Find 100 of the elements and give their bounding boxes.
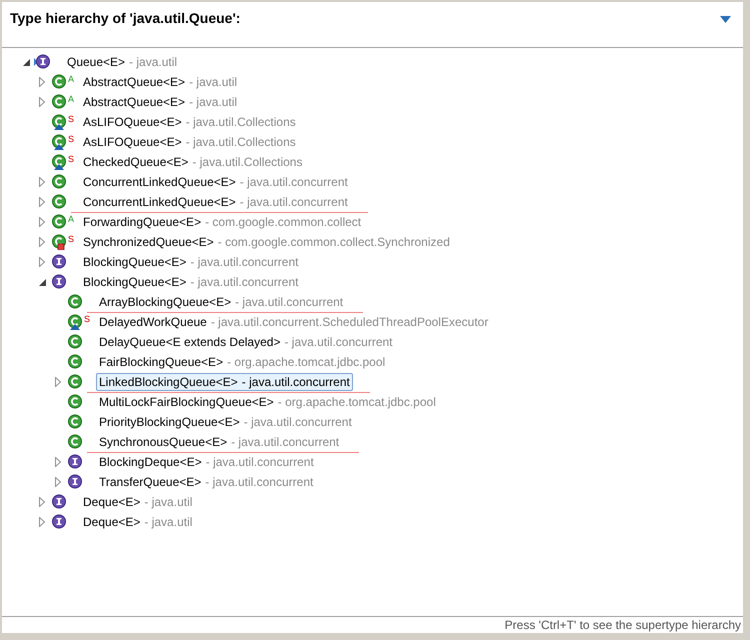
package-name: - java.util.concurrent xyxy=(235,295,344,309)
expand-toggle-icon[interactable] xyxy=(39,177,45,187)
package-name: - org.apache.tomcat.jdbc.pool xyxy=(278,395,436,409)
type-name: BlockingDeque<E> xyxy=(99,455,202,469)
type-name: ConcurrentLinkedQueue<E> xyxy=(83,195,236,209)
popup-title: Type hierarchy of 'java.util.Queue': xyxy=(10,9,240,28)
tree-item[interactable]: AsLIFOQueue<E> - java.util.Collections xyxy=(80,133,299,151)
expand-toggle-icon[interactable] xyxy=(39,237,45,247)
tree-item[interactable]: ForwardingQueue<E> - com.google.common.collect xyxy=(80,213,364,231)
modifier-mark: A xyxy=(68,73,76,86)
package-name: - java.util.concurrent xyxy=(190,255,298,269)
type-name: MultiLockFairBlockingQueue<E> xyxy=(99,395,274,409)
expand-toggle-icon[interactable] xyxy=(39,257,45,267)
modifier-mark: S xyxy=(68,133,76,146)
modifier-mark: A xyxy=(68,213,76,226)
interface-icon xyxy=(66,474,84,490)
modifier-mark: S xyxy=(68,153,76,166)
class-icon xyxy=(66,354,84,370)
package-name: - java.util xyxy=(129,55,178,69)
tree-item[interactable]: SynchronizedQueue<E> - com.google.common.collect.Synchronized xyxy=(80,233,453,251)
type-name: SynchronizedQueue<E> xyxy=(83,235,214,249)
tree-item[interactable]: BlockingQueue<E> - java.util.concurrent xyxy=(80,273,302,291)
package-name: - java.util xyxy=(144,515,192,529)
class-icon xyxy=(66,434,84,450)
tree-item[interactable]: BlockingDeque<E> - java.util.concurrent xyxy=(96,453,317,471)
expand-toggle-icon[interactable] xyxy=(55,457,61,467)
type-name: DelayQueue<E extends Delayed> xyxy=(99,335,280,349)
package-name: - org.apache.tomcat.jdbc.pool xyxy=(227,355,386,369)
package-name: - java.util.concurrent xyxy=(244,415,352,429)
tree-item[interactable]: SynchronousQueue<E> - java.util.concurrent xyxy=(96,433,342,451)
type-name: LinkedBlockingQueue<E> xyxy=(99,375,238,389)
tree-item[interactable]: PriorityBlockingQueue<E> - java.util.concurrent xyxy=(96,413,355,431)
modifier-mark: S xyxy=(84,313,92,326)
type-name: AbstractQueue<E> xyxy=(83,95,186,109)
collapse-toggle-icon[interactable] xyxy=(38,278,46,286)
class-icon xyxy=(66,294,84,310)
class-icon xyxy=(66,334,84,350)
type-name: ForwardingQueue<E> xyxy=(83,215,202,229)
type-name: AsLIFOQueue<E> xyxy=(83,115,182,129)
tree-item[interactable]: Deque<E> - java.util xyxy=(80,493,196,511)
type-name: AbstractQueue<E> xyxy=(83,75,186,89)
package-name: - java.util xyxy=(189,95,238,109)
interface-icon xyxy=(50,514,68,530)
tree-item[interactable]: ConcurrentLinkedQueue<E> - java.util.concurrent xyxy=(80,193,351,211)
type-name: SynchronousQueue<E> xyxy=(99,435,228,449)
tree-item[interactable]: AbstractQueue<E> - java.util xyxy=(80,93,240,111)
modifier-mark: S xyxy=(68,233,76,246)
expand-toggle-icon[interactable] xyxy=(55,377,61,387)
type-name: PriorityBlockingQueue<E> xyxy=(99,415,240,429)
tree-item[interactable]: ArrayBlockingQueue<E> - java.util.concurrent xyxy=(96,293,346,311)
tree-item[interactable]: DelayedWorkQueue - java.util.concurrent.ScheduledThreadPoolExecutor xyxy=(96,313,492,331)
package-name: - java.util.concurrent xyxy=(190,275,298,289)
interface-icon xyxy=(50,274,68,290)
tree-item[interactable]: BlockingQueue<E> - java.util.concurrent xyxy=(80,253,302,271)
package-name: - java.util.concurrent xyxy=(240,195,348,209)
tree-item[interactable]: TransferQueue<E> - java.util.concurrent xyxy=(96,473,316,491)
tree-item[interactable]: AsLIFOQueue<E> - java.util.Collections xyxy=(80,113,299,131)
modifier-mark: S xyxy=(68,113,76,126)
type-name: TransferQueue<E> xyxy=(99,475,202,489)
package-name: - java.util.Collections xyxy=(186,115,296,129)
expand-toggle-icon[interactable] xyxy=(39,197,45,207)
class-icon xyxy=(50,94,68,110)
type-name: Deque<E> xyxy=(83,495,140,509)
package-name: - com.google.common.collect xyxy=(205,215,362,229)
class-icon xyxy=(50,74,68,90)
package-name: - java.util.concurrent xyxy=(284,335,392,349)
expand-toggle-icon[interactable] xyxy=(55,477,61,487)
status-hint: Press 'Ctrl+T' to see the supertype hierarchy xyxy=(504,618,741,632)
tree-item[interactable]: DelayQueue<E extends Delayed> - java.util.concurrent xyxy=(96,333,396,351)
expand-toggle-icon[interactable] xyxy=(39,217,45,227)
expand-toggle-icon[interactable] xyxy=(39,97,45,107)
type-name: BlockingQueue<E> xyxy=(83,255,186,269)
package-name: - java.util.Collections xyxy=(192,155,302,169)
tree-item[interactable]: CheckedQueue<E> - java.util.Collections xyxy=(80,153,306,171)
collapse-toggle-icon[interactable] xyxy=(22,58,30,66)
package-name: - java.util xyxy=(144,495,192,509)
modifier-mark: A xyxy=(68,93,76,106)
package-name: - java.util.concurrent xyxy=(231,435,340,449)
type-name: BlockingQueue<E> xyxy=(83,275,186,289)
type-name: ArrayBlockingQueue<E> xyxy=(99,295,232,309)
tree-item[interactable]: ConcurrentLinkedQueue<E> - java.util.concurrent xyxy=(80,173,351,191)
class-icon xyxy=(50,214,68,230)
tree-item[interactable]: Deque<E> - java.util xyxy=(80,513,196,531)
expand-toggle-icon[interactable] xyxy=(39,497,45,507)
expand-toggle-icon[interactable] xyxy=(39,517,45,527)
type-name: FairBlockingQueue<E> xyxy=(99,355,224,369)
package-name: - java.util.concurrent xyxy=(242,375,350,389)
type-name: DelayedWorkQueue xyxy=(99,315,207,329)
class-icon xyxy=(50,174,68,190)
type-name: AsLIFOQueue<E> xyxy=(83,135,182,149)
tree-item[interactable]: MultiLockFairBlockingQueue<E> - org.apache.tomcat.jdbc.pool xyxy=(96,393,439,411)
type-name: Deque<E> xyxy=(83,515,140,529)
expand-toggle-icon[interactable] xyxy=(39,77,45,87)
class-icon xyxy=(66,394,84,410)
interface-icon xyxy=(50,254,68,270)
tree-item[interactable]: Queue<E> - java.util xyxy=(64,53,180,71)
tree-item[interactable]: AbstractQueue<E> - java.util xyxy=(80,73,240,91)
view-menu-icon[interactable] xyxy=(720,16,731,23)
class-icon xyxy=(66,374,84,390)
tree-item[interactable]: FairBlockingQueue<E> - org.apache.tomcat.jdbc.pool xyxy=(96,353,388,371)
